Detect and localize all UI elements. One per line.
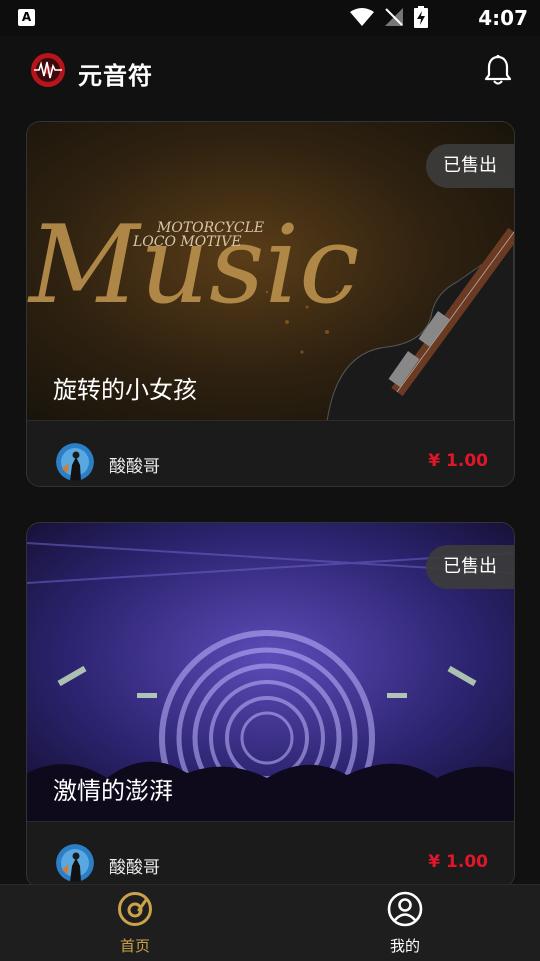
creator-avatar[interactable] bbox=[56, 844, 94, 882]
battery-charging-icon bbox=[414, 6, 428, 28]
bottom-tab-bar: 首页 我的 bbox=[0, 884, 540, 961]
sold-out-badge: 已售出 bbox=[426, 545, 514, 589]
tab-profile-label: 我的 bbox=[389, 937, 420, 955]
card-title: 旋转的小女孩 bbox=[53, 376, 197, 404]
no-signal-icon bbox=[385, 8, 403, 26]
sold-out-badge: 已售出 bbox=[426, 144, 514, 188]
card-title: 激情的澎湃 bbox=[53, 777, 173, 805]
wifi-icon bbox=[350, 8, 374, 26]
notification-bell-icon[interactable] bbox=[484, 54, 512, 86]
price: ¥ 1.00 bbox=[428, 451, 488, 471]
status-bar: A 4:07 bbox=[0, 0, 540, 36]
app-notification-icon: A bbox=[18, 9, 35, 26]
creator-name: 酸酸哥 bbox=[109, 858, 160, 878]
tab-home-label: 首页 bbox=[119, 937, 150, 955]
app-header: 元音符 bbox=[0, 36, 540, 106]
price: ¥ 1.00 bbox=[428, 852, 488, 872]
app-title: 元音符 bbox=[78, 62, 153, 90]
nft-card[interactable]: Music MOTORCYCLE LOCO MOTIVE 已售出 旋转的小女孩 … bbox=[26, 121, 515, 487]
cover-subtext-line2: LOCO MOTIVE bbox=[132, 234, 241, 250]
creator-name: 酸酸哥 bbox=[109, 457, 160, 477]
card-footer: 酸酸哥 ¥ 1.00 bbox=[27, 821, 514, 887]
brand-logo-icon bbox=[31, 53, 65, 87]
tab-profile[interactable]: 我的 bbox=[270, 885, 540, 961]
creator-avatar[interactable] bbox=[56, 443, 94, 481]
profile-icon bbox=[387, 891, 423, 927]
status-icons bbox=[350, 6, 428, 28]
nft-card[interactable]: 已售出 激情的澎湃 酸酸哥 ¥ 1.00 bbox=[26, 522, 515, 888]
status-time: 4:07 bbox=[478, 6, 528, 30]
card-footer: 酸酸哥 ¥ 1.00 bbox=[27, 420, 514, 486]
tab-home[interactable]: 首页 bbox=[0, 885, 270, 961]
home-disc-icon bbox=[118, 892, 152, 926]
